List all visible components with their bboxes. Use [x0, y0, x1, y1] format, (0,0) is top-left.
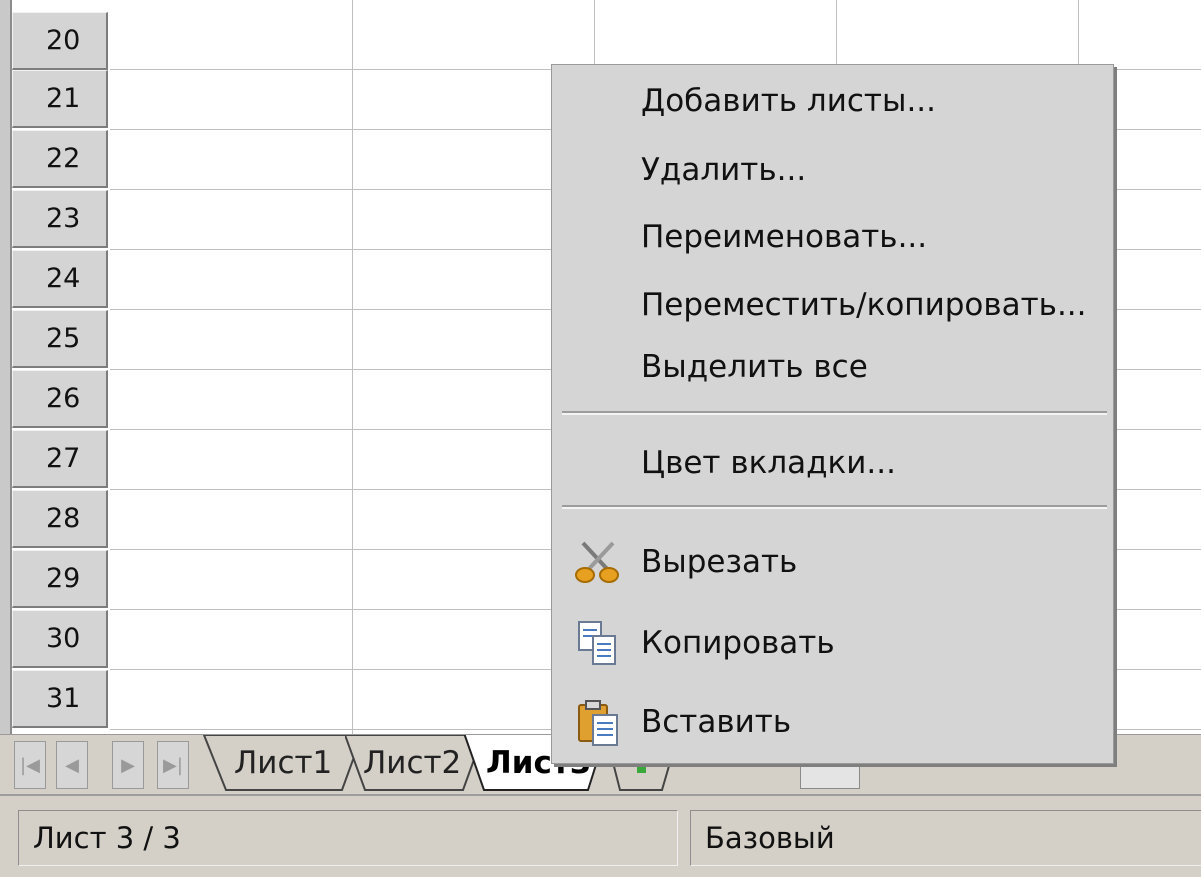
left-border	[0, 0, 12, 740]
row-header[interactable]: 23	[12, 190, 108, 248]
row-header[interactable]: 29	[12, 550, 108, 608]
scissors-icon	[570, 534, 626, 590]
page-style[interactable]: Базовый	[690, 810, 1201, 866]
page-style-text: Базовый	[705, 821, 835, 855]
row-number: 27	[46, 443, 81, 474]
row-number: 20	[46, 25, 81, 56]
menu-separator	[562, 411, 1107, 415]
row-number: 26	[46, 383, 81, 414]
row-number: 28	[46, 503, 81, 534]
menu-item-label: Копировать	[641, 625, 835, 661]
menu-item-rename[interactable]: Переименовать...	[552, 207, 1113, 267]
status-bar: Лист 3 / 3 Базовый	[0, 794, 1201, 877]
row-number: 29	[46, 563, 81, 594]
row-header[interactable]: 30	[12, 610, 108, 668]
menu-item-label: Выделить все	[641, 349, 868, 385]
row-number: 21	[46, 83, 81, 114]
sheet-context-menu: Добавить листы... Удалить... Переименова…	[551, 64, 1114, 764]
next-sheet-icon[interactable]: ▶	[112, 741, 144, 789]
copy-icon	[570, 615, 626, 671]
row-header[interactable]: 27	[12, 430, 108, 488]
row-header[interactable]: 26	[12, 370, 108, 428]
menu-item-cut[interactable]: Вырезать	[552, 532, 1113, 592]
menu-separator	[562, 505, 1107, 509]
menu-item-label: Вставить	[641, 704, 792, 740]
menu-item-delete[interactable]: Удалить...	[552, 140, 1113, 200]
row-number: 31	[46, 683, 81, 714]
row-header[interactable]: 22	[12, 130, 108, 188]
tab-sheet1[interactable]: Лист1	[198, 735, 368, 791]
tab-label: Лист2	[363, 745, 462, 781]
menu-item-label: Цвет вкладки...	[641, 445, 896, 481]
row-header[interactable]: 28	[12, 490, 108, 548]
menu-item-move-copy[interactable]: Переместить/копировать...	[552, 275, 1113, 335]
paste-icon	[570, 694, 626, 750]
row-number: 30	[46, 623, 81, 654]
row-number: 25	[46, 323, 81, 354]
menu-item-label: Добавить листы...	[641, 83, 936, 119]
row-number: 24	[46, 263, 81, 294]
row-header[interactable]: 21	[12, 70, 108, 128]
menu-item-select-all[interactable]: Выделить все	[552, 337, 1113, 397]
menu-item-paste[interactable]: Вставить	[552, 692, 1113, 752]
menu-item-label: Удалить...	[641, 152, 807, 188]
row-header[interactable]: 31	[12, 670, 108, 728]
prev-sheet-icon[interactable]: ◀	[56, 741, 88, 789]
first-sheet-icon[interactable]: |◀	[14, 741, 46, 789]
tab-label: Лист1	[234, 745, 333, 781]
sheet-info-text: Лист 3 / 3	[33, 821, 181, 855]
menu-item-copy[interactable]: Копировать	[552, 613, 1113, 673]
row-header[interactable]: 20	[12, 12, 108, 70]
row-header[interactable]: 25	[12, 310, 108, 368]
menu-item-label: Вырезать	[641, 544, 798, 580]
sheet-info: Лист 3 / 3	[18, 810, 678, 866]
menu-item-tab-color[interactable]: Цвет вкладки...	[552, 433, 1113, 493]
row-number: 23	[46, 203, 81, 234]
menu-item-label: Переименовать...	[641, 219, 928, 255]
menu-item-label: Переместить/копировать...	[641, 287, 1087, 323]
row-number: 22	[46, 143, 81, 174]
row-header[interactable]: 24	[12, 250, 108, 308]
menu-item-add-sheets[interactable]: Добавить листы...	[552, 71, 1113, 131]
grid-line	[352, 0, 353, 740]
last-sheet-icon[interactable]: ▶|	[157, 741, 189, 789]
